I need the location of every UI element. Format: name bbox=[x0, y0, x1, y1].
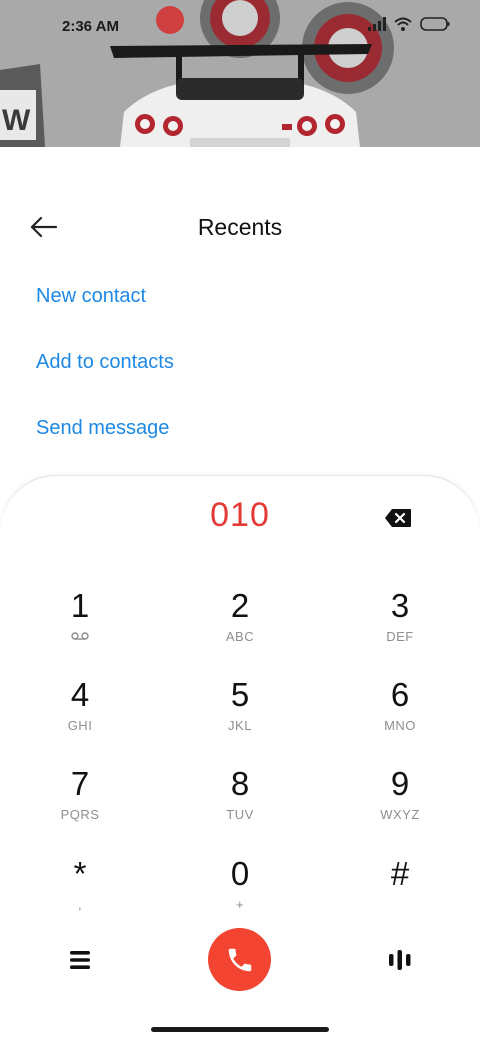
home-indicator[interactable] bbox=[151, 1027, 329, 1032]
key-7[interactable]: 7 PQRS bbox=[20, 766, 140, 846]
key-2[interactable]: 2 ABC bbox=[180, 588, 300, 668]
page-title: Recents bbox=[197, 214, 283, 240]
key-letters: ABC bbox=[225, 629, 255, 644]
key-digit: 9 bbox=[390, 765, 410, 802]
status-bar: 2:36 AM bbox=[0, 0, 480, 54]
key-digit: 2 bbox=[230, 587, 250, 624]
key-letters: JKL bbox=[228, 718, 252, 733]
key-letters: GHI bbox=[67, 718, 93, 733]
battery-icon bbox=[420, 17, 450, 31]
key-digit: 0 bbox=[230, 855, 250, 892]
key-letters: DEF bbox=[386, 629, 414, 644]
key-6[interactable]: 6 MNO bbox=[340, 677, 460, 757]
backspace-button[interactable] bbox=[384, 508, 412, 528]
menu-icon bbox=[70, 951, 90, 969]
key-letters bbox=[340, 897, 460, 911]
key-digit: 1 bbox=[70, 587, 90, 624]
backspace-icon bbox=[385, 509, 411, 527]
key-hash[interactable]: # bbox=[340, 856, 460, 936]
menu-button[interactable] bbox=[68, 948, 92, 972]
key-letters: TUV bbox=[226, 807, 254, 822]
voicemail-icon bbox=[71, 632, 89, 640]
new-contact-link[interactable]: New contact bbox=[36, 285, 146, 308]
status-time: 2:36 AM bbox=[62, 18, 119, 35]
key-letters: MNO bbox=[384, 718, 416, 733]
title-bar: Recents bbox=[0, 200, 480, 256]
key-letters: WXYZ bbox=[380, 807, 420, 822]
signal-icon bbox=[368, 17, 386, 31]
key-9[interactable]: 9 WXYZ bbox=[340, 766, 460, 846]
key-5[interactable]: 5 JKL bbox=[180, 677, 300, 757]
send-message-link[interactable]: Send message bbox=[36, 417, 169, 440]
key-letters: PQRS bbox=[60, 807, 100, 822]
key-letters: + bbox=[235, 897, 245, 912]
phone-icon bbox=[228, 948, 251, 971]
call-button[interactable] bbox=[208, 928, 271, 991]
key-digit: 6 bbox=[390, 676, 410, 713]
key-letters: , bbox=[77, 897, 83, 912]
key-digit: 3 bbox=[390, 587, 410, 624]
key-1[interactable]: 1 bbox=[20, 588, 140, 668]
key-8[interactable]: 8 TUV bbox=[180, 766, 300, 846]
key-digit: * bbox=[73, 855, 87, 892]
key-digit: 7 bbox=[70, 765, 90, 802]
svg-text:W: W bbox=[2, 104, 31, 137]
key-digit: # bbox=[390, 855, 410, 892]
dtmf-button[interactable] bbox=[389, 948, 411, 972]
key-digit: 4 bbox=[70, 676, 90, 713]
wifi-icon bbox=[394, 17, 412, 31]
key-0[interactable]: 0 + bbox=[180, 856, 300, 936]
key-star[interactable]: * , bbox=[20, 856, 140, 936]
key-digit: 5 bbox=[230, 676, 250, 713]
key-digit: 8 bbox=[230, 765, 250, 802]
key-letters bbox=[20, 629, 140, 643]
key-4[interactable]: 4 GHI bbox=[20, 677, 140, 757]
keypad-bars-icon bbox=[389, 950, 411, 970]
key-3[interactable]: 3 DEF bbox=[340, 588, 460, 668]
add-to-contacts-link[interactable]: Add to contacts bbox=[36, 351, 174, 374]
status-icons bbox=[368, 17, 450, 31]
dial-pad-panel: 010 1 2 ABC 3 DEF 4 GHI 5 JKL 6 MNO 7 PQ… bbox=[0, 476, 480, 1040]
